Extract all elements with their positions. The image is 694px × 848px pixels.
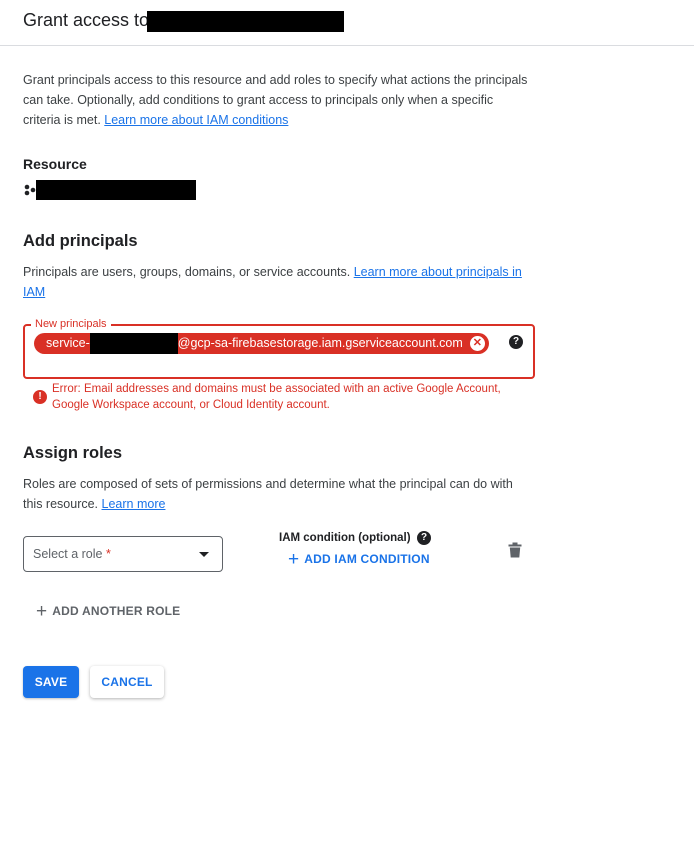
assign-roles-heading: Assign roles [23, 444, 123, 462]
chip-suffix: @gcp-sa-firebasestorage.iam.gserviceacco… [177, 336, 463, 350]
principals-help-icon[interactable]: ? [509, 335, 523, 349]
role-select-placeholder: Select a role * [33, 547, 111, 561]
panel-header: Grant access to [0, 0, 694, 46]
error-icon: ! [33, 390, 47, 404]
new-principals-field[interactable]: New principals service- @gcp-sa-firebases… [23, 317, 535, 379]
required-marker: * [105, 547, 111, 561]
iam-condition-label: IAM condition (optional) [279, 532, 411, 544]
redacted-resource [36, 180, 196, 200]
add-principals-heading: Add principals [23, 232, 138, 250]
resource-cluster-icon [24, 184, 36, 196]
principals-text: Principals are users, groups, domains, o… [23, 265, 354, 279]
add-another-role-button[interactable]: + ADD ANOTHER ROLE [36, 601, 180, 622]
save-button[interactable]: SAVE [23, 666, 79, 698]
resource-label: Resource [23, 156, 87, 172]
redacted-account-id [89, 333, 178, 354]
panel-title: Grant access to [23, 10, 150, 30]
principals-description: Principals are users, groups, domains, o… [23, 262, 533, 302]
roles-text: Roles are composed of sets of permission… [23, 477, 513, 511]
add-iam-condition-button[interactable]: + ADD IAM CONDITION [288, 549, 430, 571]
roles-learn-more-link[interactable]: Learn more [102, 497, 166, 511]
new-principals-label: New principals [31, 317, 111, 331]
role-select[interactable]: Select a role * [23, 536, 223, 572]
delete-role-icon[interactable] [508, 542, 522, 558]
chevron-down-icon [199, 552, 209, 557]
plus-icon: + [288, 549, 300, 570]
principals-error-text: Error: Email addresses and domains must … [52, 383, 501, 411]
intro-description: Grant principals access to this resource… [23, 70, 533, 130]
roles-description: Roles are composed of sets of permission… [23, 474, 533, 514]
iam-condition-help-icon[interactable]: ? [417, 531, 431, 545]
cancel-button[interactable]: CANCEL [90, 666, 164, 698]
plus-icon: + [36, 601, 48, 622]
chip-prefix: service- [46, 336, 90, 350]
iam-conditions-link[interactable]: Learn more about IAM conditions [104, 113, 288, 127]
remove-chip-icon[interactable]: ✕ [469, 336, 485, 351]
principal-chip[interactable]: service- @gcp-sa-firebasestorage.iam.gser… [34, 333, 489, 354]
redacted-resource-name [147, 11, 344, 32]
